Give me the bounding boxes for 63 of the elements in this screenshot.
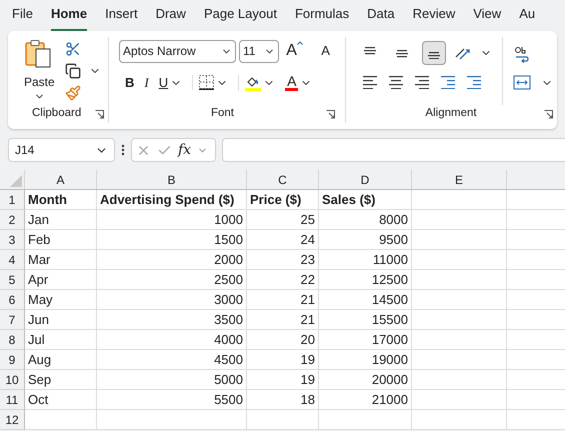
row-header[interactable]: 2	[0, 210, 25, 230]
font-color-button[interactable]: A	[285, 74, 298, 92]
format-painter-icon[interactable]	[64, 85, 81, 101]
row-header[interactable]: 7	[0, 310, 25, 330]
shrink-font-button[interactable]: A	[316, 41, 335, 61]
row-header[interactable]: 11	[0, 390, 25, 410]
row-header[interactable]: 8	[0, 330, 25, 350]
table-cell	[247, 410, 319, 430]
group-label: Alignment	[424, 106, 478, 122]
row-header[interactable]: 10	[0, 370, 25, 390]
merge-cells-icon[interactable]	[513, 75, 531, 90]
formula-input-field[interactable]	[222, 138, 565, 162]
wrap-text-icon[interactable]	[513, 45, 531, 63]
insert-function-button[interactable]: fx	[178, 140, 192, 160]
menu-tab[interactable]: View	[473, 4, 502, 31]
align-left-icon[interactable]	[362, 75, 378, 89]
dialog-launcher-icon[interactable]	[95, 110, 104, 118]
align-right-icon[interactable]	[414, 75, 430, 89]
vertical-align-button[interactable]	[422, 41, 446, 65]
caret-up-icon	[296, 41, 303, 45]
corner-triangle-icon	[10, 175, 22, 187]
group-label: Clipboard	[32, 106, 82, 122]
row-header[interactable]: 9	[0, 350, 25, 370]
grow-font-button[interactable]: A	[286, 39, 308, 63]
bold-button[interactable]: B	[125, 73, 134, 92]
row-header[interactable]: 5	[0, 270, 25, 290]
copy-icon[interactable]	[64, 63, 81, 79]
column-header[interactable]: E	[412, 170, 507, 189]
menu-tab[interactable]: Au	[519, 4, 536, 31]
italic-button[interactable]: I	[144, 73, 149, 92]
more-options-icon[interactable]	[121, 144, 125, 156]
row-header[interactable]: 6	[0, 290, 25, 310]
menu-tab[interactable]: Draw	[156, 4, 186, 31]
borders-icon[interactable]	[199, 75, 214, 90]
align-center-icon[interactable]	[388, 75, 404, 89]
table-cell	[25, 410, 97, 430]
column-header[interactable]: C	[247, 170, 319, 189]
font-name-dropdown[interactable]: Aptos Narrow	[119, 40, 236, 62]
decrease-indent-icon[interactable]	[440, 75, 456, 89]
align-lines-icon	[395, 47, 409, 59]
group-label: Font	[210, 106, 235, 122]
font-size-dropdown[interactable]: 11	[238, 40, 280, 62]
cut-icon[interactable]	[64, 41, 81, 57]
column-header[interactable]: B	[97, 170, 247, 189]
menu-tab[interactable]: Formulas	[294, 4, 350, 31]
column-header[interactable]: D	[319, 170, 412, 189]
row-header[interactable]: 1	[0, 190, 25, 210]
name-box[interactable]: J14	[8, 138, 115, 162]
row-header[interactable]: 4	[0, 250, 25, 270]
row-header[interactable]: 12	[0, 410, 25, 430]
menu-tab[interactable]: Data	[367, 4, 395, 31]
dialog-launcher-icon[interactable]	[544, 110, 553, 118]
row-header[interactable]: 3	[0, 230, 25, 250]
menu-tab[interactable]: Insert	[105, 4, 138, 31]
fill-color-icon[interactable]	[245, 74, 262, 91]
menu-tab[interactable]: Page Layout	[204, 4, 277, 31]
menu-tab[interactable]: Review	[412, 4, 456, 31]
menu-tab[interactable]: File	[12, 4, 33, 31]
dialog-launcher-icon[interactable]	[326, 110, 335, 118]
paste-button[interactable]: Paste	[24, 39, 55, 105]
column-header[interactable]: A	[25, 170, 97, 189]
increase-indent-icon[interactable]	[466, 75, 482, 89]
underline-button[interactable]: U	[158, 73, 168, 92]
